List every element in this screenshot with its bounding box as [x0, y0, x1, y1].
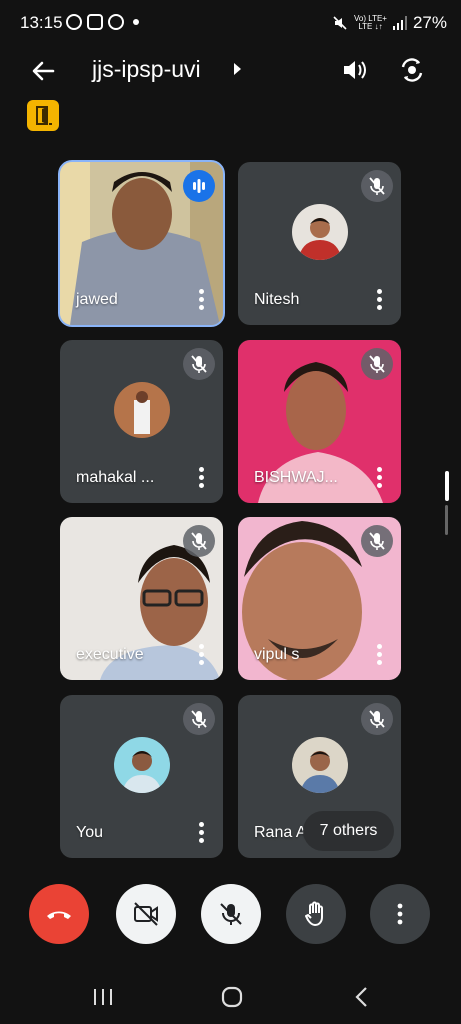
phone-hangup-icon — [47, 911, 71, 919]
meeting-header: jjs-ipsp-uvi — [0, 50, 461, 90]
end-call-button[interactable] — [29, 884, 89, 944]
mic-off-icon — [361, 703, 393, 735]
participant-tile-jawed[interactable]: jawed — [58, 160, 225, 327]
participant-name: Rana A — [254, 824, 307, 841]
mic-off-icon — [183, 703, 215, 735]
mic-off-icon — [220, 903, 242, 925]
participant-name: BISHWAJ... — [254, 469, 338, 486]
mic-off-icon — [183, 348, 215, 380]
mic-off-icon — [361, 348, 393, 380]
others-chip[interactable]: 7 others — [303, 811, 394, 851]
whatsapp-icon — [66, 14, 82, 30]
participant-name: vipul s — [254, 646, 300, 663]
raise-hand-icon — [305, 901, 323, 926]
mic-off-icon — [361, 525, 393, 557]
participant-tile-nitesh[interactable]: Nitesh — [238, 162, 401, 325]
participant-tile-bishwaj[interactable]: BISHWAJ... — [238, 340, 401, 503]
participant-name: Nitesh — [254, 291, 300, 308]
participant-name: jawed — [76, 291, 118, 308]
mic-off-icon — [361, 170, 393, 202]
mic-off-icon — [183, 525, 215, 557]
avatar — [291, 736, 348, 793]
back-arrow-icon[interactable] — [28, 56, 58, 86]
home-icon[interactable] — [220, 985, 244, 1009]
battery-level: 27% — [412, 13, 447, 32]
meeting-title[interactable]: jjs-ipsp-uvi — [92, 56, 201, 83]
speaker-icon[interactable] — [338, 54, 370, 86]
mic-toggle-button[interactable] — [201, 884, 261, 944]
participant-tile-executive[interactable]: executive — [60, 517, 223, 680]
scroll-track — [445, 505, 448, 535]
participant-menu-icon[interactable] — [199, 644, 205, 666]
switch-camera-icon[interactable] — [396, 54, 428, 86]
caret-right-icon[interactable] — [234, 63, 241, 75]
signal-icon — [392, 16, 407, 30]
participant-menu-icon[interactable] — [377, 644, 383, 666]
notification-icons — [66, 14, 139, 30]
speaking-indicator-icon — [183, 170, 215, 202]
system-nav-bar — [0, 975, 461, 1024]
more-options-button[interactable] — [370, 884, 430, 944]
avatar — [291, 203, 348, 260]
participant-name: You — [76, 824, 103, 841]
avatar — [113, 381, 170, 438]
participant-menu-icon[interactable] — [199, 467, 205, 489]
status-right: Vo) LTE+ LTE ↓↑ 27% — [332, 13, 447, 33]
scroll-indicator[interactable] — [445, 471, 449, 501]
app-notification-icon — [108, 14, 124, 30]
door-badge-icon[interactable] — [27, 100, 59, 131]
network-label: Vo) LTE+ LTE ↓↑ — [353, 14, 387, 31]
participant-name: mahakal ... — [76, 469, 155, 486]
mute-vibrate-icon — [333, 16, 347, 30]
participant-menu-icon[interactable] — [377, 467, 383, 489]
participant-name: executive — [76, 646, 144, 663]
more-notifications-icon — [133, 19, 139, 25]
participant-menu-icon[interactable] — [199, 289, 205, 311]
back-nav-icon[interactable] — [352, 985, 372, 1009]
participant-menu-icon[interactable] — [199, 822, 205, 844]
participant-tile-mahakal[interactable]: mahakal ... — [60, 340, 223, 503]
avatar — [113, 736, 170, 793]
recent-apps-icon[interactable] — [92, 987, 114, 1007]
camera-toggle-button[interactable] — [116, 884, 176, 944]
camera-off-icon — [134, 902, 158, 926]
gallery-icon — [87, 14, 103, 30]
status-time: 13:15 — [20, 13, 63, 32]
participant-menu-icon[interactable] — [377, 289, 383, 311]
more-vert-icon — [397, 903, 403, 925]
participant-tile-vipul[interactable]: vipul s — [238, 517, 401, 680]
participant-tile-you[interactable]: You — [60, 695, 223, 858]
raise-hand-button[interactable] — [286, 884, 346, 944]
status-bar: 13:15 Vo) LTE+ LTE ↓↑ 27% — [0, 0, 461, 46]
